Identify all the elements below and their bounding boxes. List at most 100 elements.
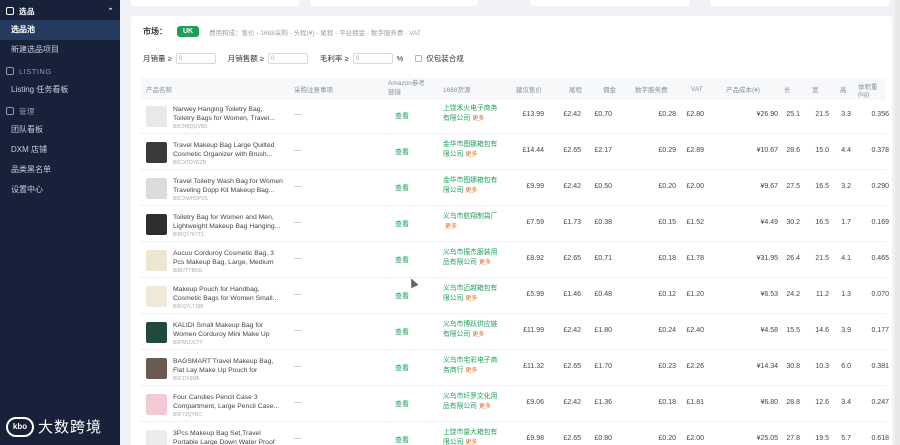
source-more-link[interactable]: 更多 [479,404,491,410]
source-supplier-link[interactable]: 上饶禾火电子商务有限公司 [443,105,497,122]
product-thumbnail[interactable] [146,430,167,445]
cell-tail: £2.65 [563,147,581,154]
amazon-link[interactable]: 查看 [395,183,409,193]
monthly-sales-input[interactable]: 0 [175,53,216,64]
sidebar-item-selection-pool[interactable]: 选品池 [0,20,120,40]
amazon-link[interactable]: 查看 [395,111,409,121]
cell-price: £11.32 [523,363,544,370]
cell-cost: ¥31.95 [756,255,778,262]
product-name[interactable]: KALIDI Small Makeup Bag for Women Cordur… [173,321,283,339]
sidebar-item-listing-board[interactable]: Listing 任务看板 [0,80,120,100]
sidebar-item-settings[interactable]: 设置中心 [0,180,120,200]
cell-vat: £1.78 [686,255,704,262]
product-name[interactable]: Travel Toiletry Wash Bag for Women Trave… [173,177,283,195]
amazon-link[interactable]: 查看 [395,255,409,265]
scrollbar[interactable] [895,0,900,445]
cell-l: 24.2 [786,291,800,298]
cell-comm: £1.80 [594,327,612,334]
table-row[interactable]: 3Pcs Makeup Bag Set,Travel Portable Larg… [141,424,889,445]
market-label: 市场： [143,27,167,36]
sidebar-section-manage[interactable]: 管理 [0,102,120,120]
product-thumbnail[interactable] [146,106,167,127]
table-row[interactable]: Toiletry Bag for Women and Men, Lightwei… [141,208,889,242]
product-name[interactable]: Aucuu Corduroy Cosmetic Bag, 3 Pcs Makeu… [173,249,283,267]
cell-vat: £2.26 [686,363,704,370]
product-thumbnail[interactable] [146,322,167,343]
sidebar-section-listing[interactable]: LISTING [0,62,120,80]
product-name[interactable]: Toiletry Bag for Women and Men, Lightwei… [173,213,283,231]
sidebar-section-selection[interactable]: 选品 ⌃ [0,2,120,20]
source-more-link[interactable]: 更多 [465,296,477,302]
table-row[interactable]: KALIDI Small Makeup Bag for Women Cordur… [141,316,889,350]
cell-comm: £0.50 [594,183,612,190]
source-more-link[interactable]: 更多 [465,368,477,374]
cell-w: 12.6 [815,399,829,406]
product-thumbnail[interactable] [146,250,167,271]
product-thumbnail[interactable] [146,358,167,379]
product-thumbnail[interactable] [146,214,167,235]
product-name[interactable]: Narwey Hanging Toiletry Bag, Toiletry Ba… [173,105,283,123]
amazon-link[interactable]: 查看 [395,399,409,409]
sidebar-item-new-project[interactable]: 新建选品项目 [0,40,120,60]
amazon-link[interactable]: 查看 [395,291,409,301]
product-asin: B0B7TYBNS [173,268,202,274]
product-thumbnail[interactable] [146,286,167,307]
col-commission: 佣金 [603,87,616,94]
cell-cost: ¥6.53 [760,291,778,298]
table-row[interactable]: Aucuu Corduroy Cosmetic Bag, 3 Pcs Makeu… [141,244,889,278]
amazon-link[interactable]: 查看 [395,327,409,337]
amazon-link[interactable]: 查看 [395,435,409,445]
source-supplier-link[interactable]: 义乌市博跃供应链有限公司 [443,321,497,338]
cell-w: 10.3 [815,363,829,370]
compliant-checkbox[interactable] [415,55,423,62]
cell-cost: ¥4.58 [760,327,778,334]
product-thumbnail[interactable] [146,142,167,163]
margin-input[interactable]: 0 [352,53,393,64]
product-thumbnail[interactable] [146,394,167,415]
product-name[interactable]: BAGSMART Travel Makeup Bag, Flat Lay Mak… [173,357,283,375]
cell-tail: £2.42 [563,183,581,190]
cell-vw: 0.378 [871,147,889,154]
cell-tail: £1.73 [563,219,581,226]
product-name[interactable]: Travel Makeup Bag Large Quilted Cosmetic… [173,141,283,159]
amazon-link[interactable]: 查看 [395,147,409,157]
sidebar-item-team-board[interactable]: 团队看板 [0,120,120,140]
source-supplier-link[interactable]: 义乌市航翔制袋厂 [443,213,497,220]
table-row[interactable]: BAGSMART Travel Makeup Bag, Flat Lay Mak… [141,352,889,386]
product-name[interactable]: Makeup Pouch for Handbag, Cosmetic Bags … [173,285,283,303]
table-row[interactable]: Travel Toiletry Wash Bag for Women Trave… [141,172,889,206]
product-name[interactable]: Four Candies Pencil Case 3 Compartment, … [173,393,283,411]
sidebar-item-dxm-store[interactable]: DXM 店铺 [0,140,120,160]
cell-l: 28.6 [786,147,800,154]
cell-dst: £0.18 [658,399,676,406]
cell-vat: £2.80 [686,111,704,118]
market-bar: 市场： UK 费用构成：售价 - 1688采购 - 头程(¥) - 尾程 - 平… [143,26,421,37]
source-cell: 义乌市纤罗文化用品有限公司 更多 [443,392,501,412]
cell-l: 25.1 [786,111,800,118]
source-more-link[interactable]: 更多 [465,440,477,445]
table-row[interactable]: Narwey Hanging Toiletry Bag, Toiletry Ba… [141,100,889,134]
monthly-revenue-input[interactable]: 0 [267,53,308,64]
source-more-link[interactable]: 更多 [472,116,484,122]
product-name[interactable]: 3Pcs Makeup Bag Set,Travel Portable Larg… [173,429,283,445]
amazon-link[interactable]: 查看 [395,363,409,373]
source-more-link[interactable]: 更多 [445,224,457,230]
source-cell: 金华市图娜箱包有限公司 更多 [443,176,501,196]
cell-vat: £1.20 [686,291,704,298]
source-more-link[interactable]: 更多 [465,152,477,158]
table-row[interactable]: Makeup Pouch for Handbag, Cosmetic Bags … [141,280,889,314]
source-more-link[interactable]: 更多 [465,188,477,194]
cell-w: 21.5 [815,255,829,262]
amazon-link[interactable]: 查看 [395,219,409,229]
product-thumbnail[interactable] [146,178,167,199]
cell-w: 15.0 [815,147,829,154]
sidebar-item-category-blacklist[interactable]: 品类黑名单 [0,160,120,180]
market-uk-button[interactable]: UK [177,26,200,37]
table-row[interactable]: Travel Makeup Bag Large Quilted Cosmetic… [141,136,889,170]
source-more-link[interactable]: 更多 [479,260,491,266]
cell-cost: ¥4.49 [760,219,778,226]
cell-h: 1.3 [841,291,851,298]
source-more-link[interactable]: 更多 [472,332,484,338]
table-row[interactable]: Four Candies Pencil Case 3 Compartment, … [141,388,889,422]
source-cell: 义乌市航翔制袋厂更多 [443,212,501,232]
